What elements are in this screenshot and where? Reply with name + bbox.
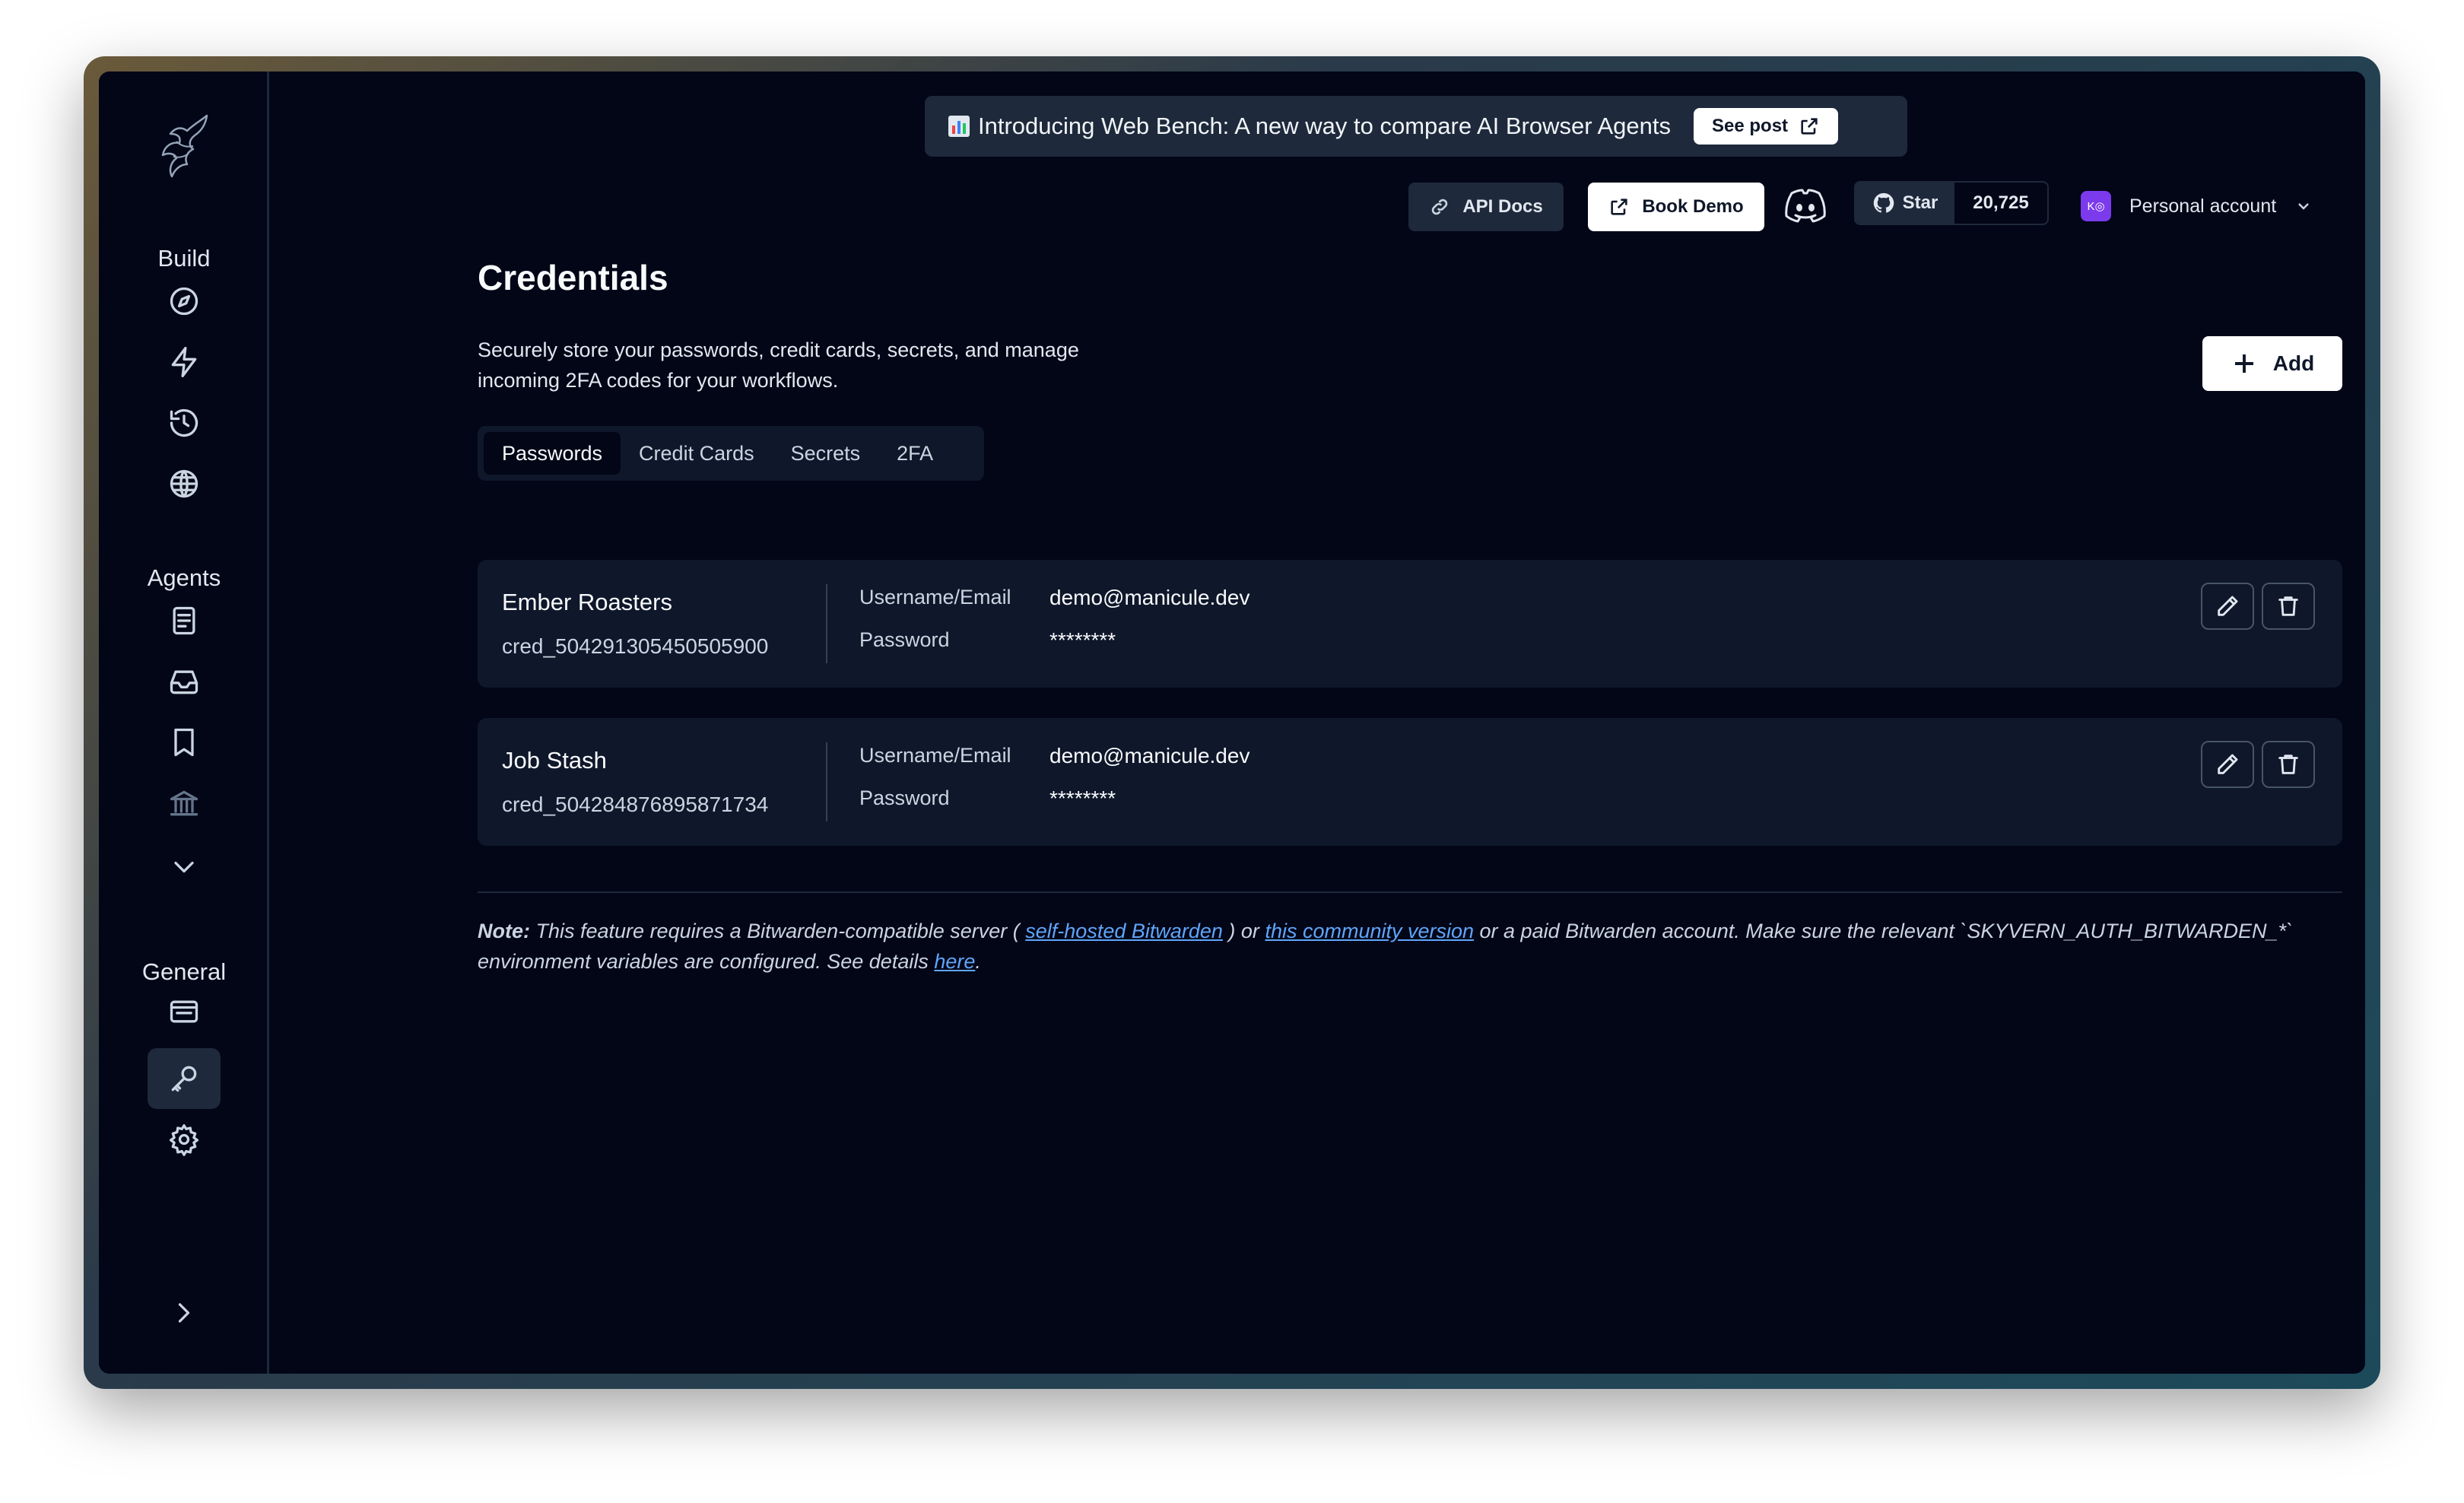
tab-secrets[interactable]: Secrets [773, 432, 879, 475]
compass-icon[interactable] [160, 277, 208, 326]
page-title: Credentials [478, 258, 668, 297]
section-general: General [141, 958, 227, 985]
details-link[interactable]: here [934, 950, 975, 973]
bank-icon[interactable] [160, 779, 208, 828]
password-value: ******** [1049, 628, 1116, 652]
banner-text: Introducing Web Bench: A new way to comp… [978, 113, 1671, 139]
edit-button[interactable] [2201, 741, 2254, 788]
pencil-icon [2218, 596, 2238, 616]
trash-icon [2278, 755, 2298, 774]
password-value: ******** [1049, 786, 1116, 810]
github-icon [1873, 192, 1894, 213]
api-docs-label: API Docs [1462, 196, 1543, 217]
credential-tabs: Passwords Credit Cards Secrets 2FA [478, 426, 984, 481]
skyvern-logo[interactable] [154, 111, 218, 180]
password-label: Password [859, 628, 950, 651]
username-value: demo@manicule.dev [1049, 744, 1250, 767]
link-icon [1432, 199, 1448, 215]
edit-button[interactable] [2201, 583, 2254, 630]
main-content: Introducing Web Bench: A new way to comp… [269, 71, 2365, 1374]
chevron-down-icon[interactable] [160, 843, 208, 891]
github-star-label: Star [1902, 192, 1938, 213]
password-label: Password [859, 786, 950, 809]
github-star-count[interactable]: 20,725 [1954, 183, 2047, 224]
note-text-4: . [975, 950, 981, 973]
credential-card: Job Stash cred_504284876895871734 Userna… [478, 718, 2342, 846]
github-star-widget[interactable]: Star 20,725 [1854, 181, 2049, 225]
section-build: Build [157, 245, 211, 272]
username-label: Username/Email [859, 586, 1011, 609]
key-icon[interactable] [148, 1048, 221, 1109]
app-content: Build Agents General Introducing Web Ben… [99, 71, 2365, 1374]
page-description: Securely store your passwords, credit ca… [478, 338, 1079, 392]
section-agents: Agents [147, 564, 221, 591]
tab-2fa[interactable]: 2FA [878, 432, 951, 475]
external-link-icon [1801, 118, 1818, 135]
credential-card: Ember Roasters cred_504291305450505900 U… [478, 560, 2342, 688]
self-hosted-bitwarden-link[interactable]: self-hosted Bitwarden [1025, 920, 1223, 942]
announcement-banner: Introducing Web Bench: A new way to comp… [925, 96, 1907, 157]
credential-id: cred_504291305450505900 [502, 634, 769, 658]
note-prefix: Note: [478, 920, 530, 942]
book-demo-label: Book Demo [1642, 196, 1744, 217]
keyboard-icon[interactable] [160, 987, 208, 1036]
github-star-button[interactable]: Star [1856, 183, 1954, 224]
discord-icon[interactable] [1783, 187, 1828, 225]
globe-icon[interactable] [160, 459, 208, 508]
delete-button[interactable] [2262, 741, 2315, 788]
document-icon[interactable] [160, 596, 208, 645]
add-label: Add [2272, 351, 2315, 375]
see-post-label: See post [1712, 116, 1789, 136]
external-link-icon [1611, 199, 1627, 215]
inbox-icon[interactable] [160, 657, 208, 706]
trash-icon [2278, 596, 2298, 616]
tab-passwords[interactable]: Passwords [484, 432, 621, 475]
credential-name: Ember Roasters [502, 589, 672, 615]
credential-name: Job Stash [502, 747, 607, 774]
book-demo-button[interactable]: Book Demo [1588, 183, 1764, 231]
divider [478, 891, 2342, 893]
note-text-1: This feature requires a Bitwarden-compat… [530, 920, 1026, 942]
delete-button[interactable] [2262, 583, 2315, 630]
bitwarden-note: Note: This feature requires a Bitwarden-… [478, 916, 2342, 977]
bolt-icon[interactable] [160, 338, 208, 386]
account-avatar: K◎ [2081, 191, 2111, 221]
book-icon[interactable] [160, 718, 208, 767]
sidebar: Build Agents General [99, 71, 269, 1374]
api-docs-button[interactable]: API Docs [1408, 183, 1564, 231]
credential-id: cred_504284876895871734 [502, 793, 769, 816]
username-label: Username/Email [859, 744, 1011, 767]
card-divider [826, 584, 827, 663]
bar-chart-icon [948, 116, 970, 137]
account-switcher[interactable]: K◎ Personal account [2081, 186, 2313, 227]
card-divider [826, 742, 827, 821]
account-name: Personal account [2129, 195, 2277, 217]
pencil-icon [2218, 754, 2238, 774]
gear-icon[interactable] [160, 1115, 208, 1164]
history-icon[interactable] [160, 399, 208, 447]
tab-credit-cards[interactable]: Credit Cards [621, 432, 773, 475]
note-text-2: ) or [1222, 920, 1265, 942]
chevron-down-icon [2298, 203, 2310, 210]
community-version-link[interactable]: this community version [1265, 920, 1474, 942]
plus-icon [2234, 354, 2253, 373]
add-credential-button[interactable]: Add [2202, 336, 2342, 391]
chevron-right-icon[interactable] [160, 1289, 208, 1337]
app-window: Build Agents General Introducing Web Ben… [84, 56, 2380, 1389]
see-post-button[interactable]: See post [1694, 108, 1839, 145]
username-value: demo@manicule.dev [1049, 586, 1250, 609]
